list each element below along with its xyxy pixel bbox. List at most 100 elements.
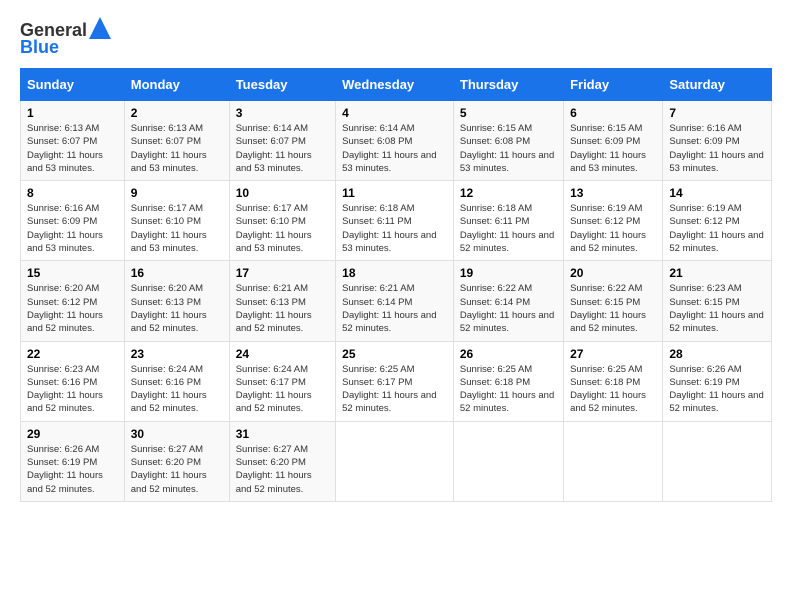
day-info: Sunrise: 6:24 AM Sunset: 6:16 PM Dayligh… xyxy=(131,363,223,416)
calendar-cell: 1 Sunrise: 6:13 AM Sunset: 6:07 PM Daylig… xyxy=(21,101,125,181)
calendar-cell: 14Sunrise: 6:19 AM Sunset: 6:12 PM Dayli… xyxy=(663,181,772,261)
day-info: Sunrise: 6:27 AM Sunset: 6:20 PM Dayligh… xyxy=(236,443,329,496)
calendar-cell: 2 Sunrise: 6:13 AM Sunset: 6:07 PM Daylig… xyxy=(124,101,229,181)
day-info: Sunrise: 6:24 AM Sunset: 6:17 PM Dayligh… xyxy=(236,363,329,416)
day-info: Sunrise: 6:23 AM Sunset: 6:15 PM Dayligh… xyxy=(669,282,765,335)
calendar-cell: 27Sunrise: 6:25 AM Sunset: 6:18 PM Dayli… xyxy=(564,341,663,421)
day-info: Sunrise: 6:17 AM Sunset: 6:10 PM Dayligh… xyxy=(131,202,223,255)
day-info: Sunrise: 6:26 AM Sunset: 6:19 PM Dayligh… xyxy=(669,363,765,416)
day-number: 2 xyxy=(131,106,223,120)
calendar-cell xyxy=(663,421,772,501)
calendar-cell: 11 Sunrise: 6:18 AM Sunset: 6:11 PM Dayli… xyxy=(336,181,454,261)
calendar-cell: 29 Sunrise: 6:26 AM Sunset: 6:19 PM Dayli… xyxy=(21,421,125,501)
calendar-cell: 18Sunrise: 6:21 AM Sunset: 6:14 PM Dayli… xyxy=(336,261,454,341)
calendar-cell: 17Sunrise: 6:21 AM Sunset: 6:13 PM Dayli… xyxy=(229,261,335,341)
calendar-week-row: 15 Sunrise: 6:20 AM Sunset: 6:12 PM Dayli… xyxy=(21,261,772,341)
day-info: Sunrise: 6:25 AM Sunset: 6:17 PM Dayligh… xyxy=(342,363,447,416)
day-number: 4 xyxy=(342,106,447,120)
day-info: Sunrise: 6:18 AM Sunset: 6:11 PM Dayligh… xyxy=(342,202,447,255)
day-number: 22 xyxy=(27,347,118,361)
day-number: 20 xyxy=(570,266,656,280)
calendar-cell xyxy=(564,421,663,501)
day-number: 29 xyxy=(27,427,118,441)
day-number: 24 xyxy=(236,347,329,361)
day-number: 3 xyxy=(236,106,329,120)
calendar-cell: 25 Sunrise: 6:25 AM Sunset: 6:17 PM Dayli… xyxy=(336,341,454,421)
calendar-cell: 19 Sunrise: 6:22 AM Sunset: 6:14 PM Dayli… xyxy=(453,261,563,341)
day-info: Sunrise: 6:15 AM Sunset: 6:08 PM Dayligh… xyxy=(460,122,557,175)
day-info: Sunrise: 6:22 AM Sunset: 6:15 PM Dayligh… xyxy=(570,282,656,335)
calendar-cell xyxy=(453,421,563,501)
calendar-week-row: 1 Sunrise: 6:13 AM Sunset: 6:07 PM Daylig… xyxy=(21,101,772,181)
day-number: 28 xyxy=(669,347,765,361)
day-header-monday: Monday xyxy=(124,69,229,101)
day-info: Sunrise: 6:22 AM Sunset: 6:14 PM Dayligh… xyxy=(460,282,557,335)
day-info: Sunrise: 6:21 AM Sunset: 6:14 PM Dayligh… xyxy=(342,282,447,335)
day-number: 31 xyxy=(236,427,329,441)
day-number: 1 xyxy=(27,106,118,120)
calendar-cell: 12 Sunrise: 6:18 AM Sunset: 6:11 PM Dayli… xyxy=(453,181,563,261)
calendar-cell: 26Sunrise: 6:25 AM Sunset: 6:18 PM Dayli… xyxy=(453,341,563,421)
day-number: 5 xyxy=(460,106,557,120)
calendar-cell: 31 Sunrise: 6:27 AM Sunset: 6:20 PM Dayli… xyxy=(229,421,335,501)
day-header-sunday: Sunday xyxy=(21,69,125,101)
day-number: 6 xyxy=(570,106,656,120)
day-header-friday: Friday xyxy=(564,69,663,101)
day-header-wednesday: Wednesday xyxy=(336,69,454,101)
day-info: Sunrise: 6:18 AM Sunset: 6:11 PM Dayligh… xyxy=(460,202,557,255)
day-number: 12 xyxy=(460,186,557,200)
calendar-cell: 15 Sunrise: 6:20 AM Sunset: 6:12 PM Dayli… xyxy=(21,261,125,341)
day-info: Sunrise: 6:17 AM Sunset: 6:10 PM Dayligh… xyxy=(236,202,329,255)
calendar-table: SundayMondayTuesdayWednesdayThursdayFrid… xyxy=(20,68,772,502)
day-info: Sunrise: 6:19 AM Sunset: 6:12 PM Dayligh… xyxy=(570,202,656,255)
day-number: 15 xyxy=(27,266,118,280)
logo: General Blue xyxy=(20,20,111,58)
day-number: 26 xyxy=(460,347,557,361)
day-info: Sunrise: 6:27 AM Sunset: 6:20 PM Dayligh… xyxy=(131,443,223,496)
calendar-cell: 13 Sunrise: 6:19 AM Sunset: 6:12 PM Dayli… xyxy=(564,181,663,261)
calendar-week-row: 29 Sunrise: 6:26 AM Sunset: 6:19 PM Dayli… xyxy=(21,421,772,501)
day-number: 25 xyxy=(342,347,447,361)
day-info: Sunrise: 6:14 AM Sunset: 6:08 PM Dayligh… xyxy=(342,122,447,175)
logo-text-blue: Blue xyxy=(20,37,59,58)
calendar-cell: 22Sunrise: 6:23 AM Sunset: 6:16 PM Dayli… xyxy=(21,341,125,421)
day-info: Sunrise: 6:26 AM Sunset: 6:19 PM Dayligh… xyxy=(27,443,118,496)
calendar-cell: 20 Sunrise: 6:22 AM Sunset: 6:15 PM Dayli… xyxy=(564,261,663,341)
calendar-cell: 28 Sunrise: 6:26 AM Sunset: 6:19 PM Dayli… xyxy=(663,341,772,421)
day-info: Sunrise: 6:25 AM Sunset: 6:18 PM Dayligh… xyxy=(570,363,656,416)
calendar-cell: 7Sunrise: 6:16 AM Sunset: 6:09 PM Daylig… xyxy=(663,101,772,181)
day-number: 9 xyxy=(131,186,223,200)
calendar-cell: 9 Sunrise: 6:17 AM Sunset: 6:10 PM Daylig… xyxy=(124,181,229,261)
day-number: 16 xyxy=(131,266,223,280)
day-number: 30 xyxy=(131,427,223,441)
day-number: 11 xyxy=(342,186,447,200)
day-header-saturday: Saturday xyxy=(663,69,772,101)
day-number: 10 xyxy=(236,186,329,200)
page-header: General Blue xyxy=(20,20,772,58)
day-number: 23 xyxy=(131,347,223,361)
calendar-cell: 21Sunrise: 6:23 AM Sunset: 6:15 PM Dayli… xyxy=(663,261,772,341)
calendar-cell: 6Sunrise: 6:15 AM Sunset: 6:09 PM Daylig… xyxy=(564,101,663,181)
day-info: Sunrise: 6:13 AM Sunset: 6:07 PM Dayligh… xyxy=(27,122,118,175)
day-info: Sunrise: 6:16 AM Sunset: 6:09 PM Dayligh… xyxy=(27,202,118,255)
day-info: Sunrise: 6:20 AM Sunset: 6:12 PM Dayligh… xyxy=(27,282,118,335)
day-number: 8 xyxy=(27,186,118,200)
calendar-cell: 10 Sunrise: 6:17 AM Sunset: 6:10 PM Dayli… xyxy=(229,181,335,261)
day-number: 13 xyxy=(570,186,656,200)
calendar-cell: 3Sunrise: 6:14 AM Sunset: 6:07 PM Daylig… xyxy=(229,101,335,181)
calendar-cell: 4 Sunrise: 6:14 AM Sunset: 6:08 PM Daylig… xyxy=(336,101,454,181)
day-info: Sunrise: 6:19 AM Sunset: 6:12 PM Dayligh… xyxy=(669,202,765,255)
calendar-cell xyxy=(336,421,454,501)
calendar-header-row: SundayMondayTuesdayWednesdayThursdayFrid… xyxy=(21,69,772,101)
day-header-tuesday: Tuesday xyxy=(229,69,335,101)
day-info: Sunrise: 6:13 AM Sunset: 6:07 PM Dayligh… xyxy=(131,122,223,175)
day-header-thursday: Thursday xyxy=(453,69,563,101)
calendar-cell: 24 Sunrise: 6:24 AM Sunset: 6:17 PM Dayli… xyxy=(229,341,335,421)
day-info: Sunrise: 6:20 AM Sunset: 6:13 PM Dayligh… xyxy=(131,282,223,335)
calendar-week-row: 8 Sunrise: 6:16 AM Sunset: 6:09 PM Daylig… xyxy=(21,181,772,261)
logo-icon xyxy=(89,17,111,39)
day-number: 19 xyxy=(460,266,557,280)
calendar-cell: 16 Sunrise: 6:20 AM Sunset: 6:13 PM Dayli… xyxy=(124,261,229,341)
calendar-cell: 30 Sunrise: 6:27 AM Sunset: 6:20 PM Dayli… xyxy=(124,421,229,501)
day-info: Sunrise: 6:21 AM Sunset: 6:13 PM Dayligh… xyxy=(236,282,329,335)
